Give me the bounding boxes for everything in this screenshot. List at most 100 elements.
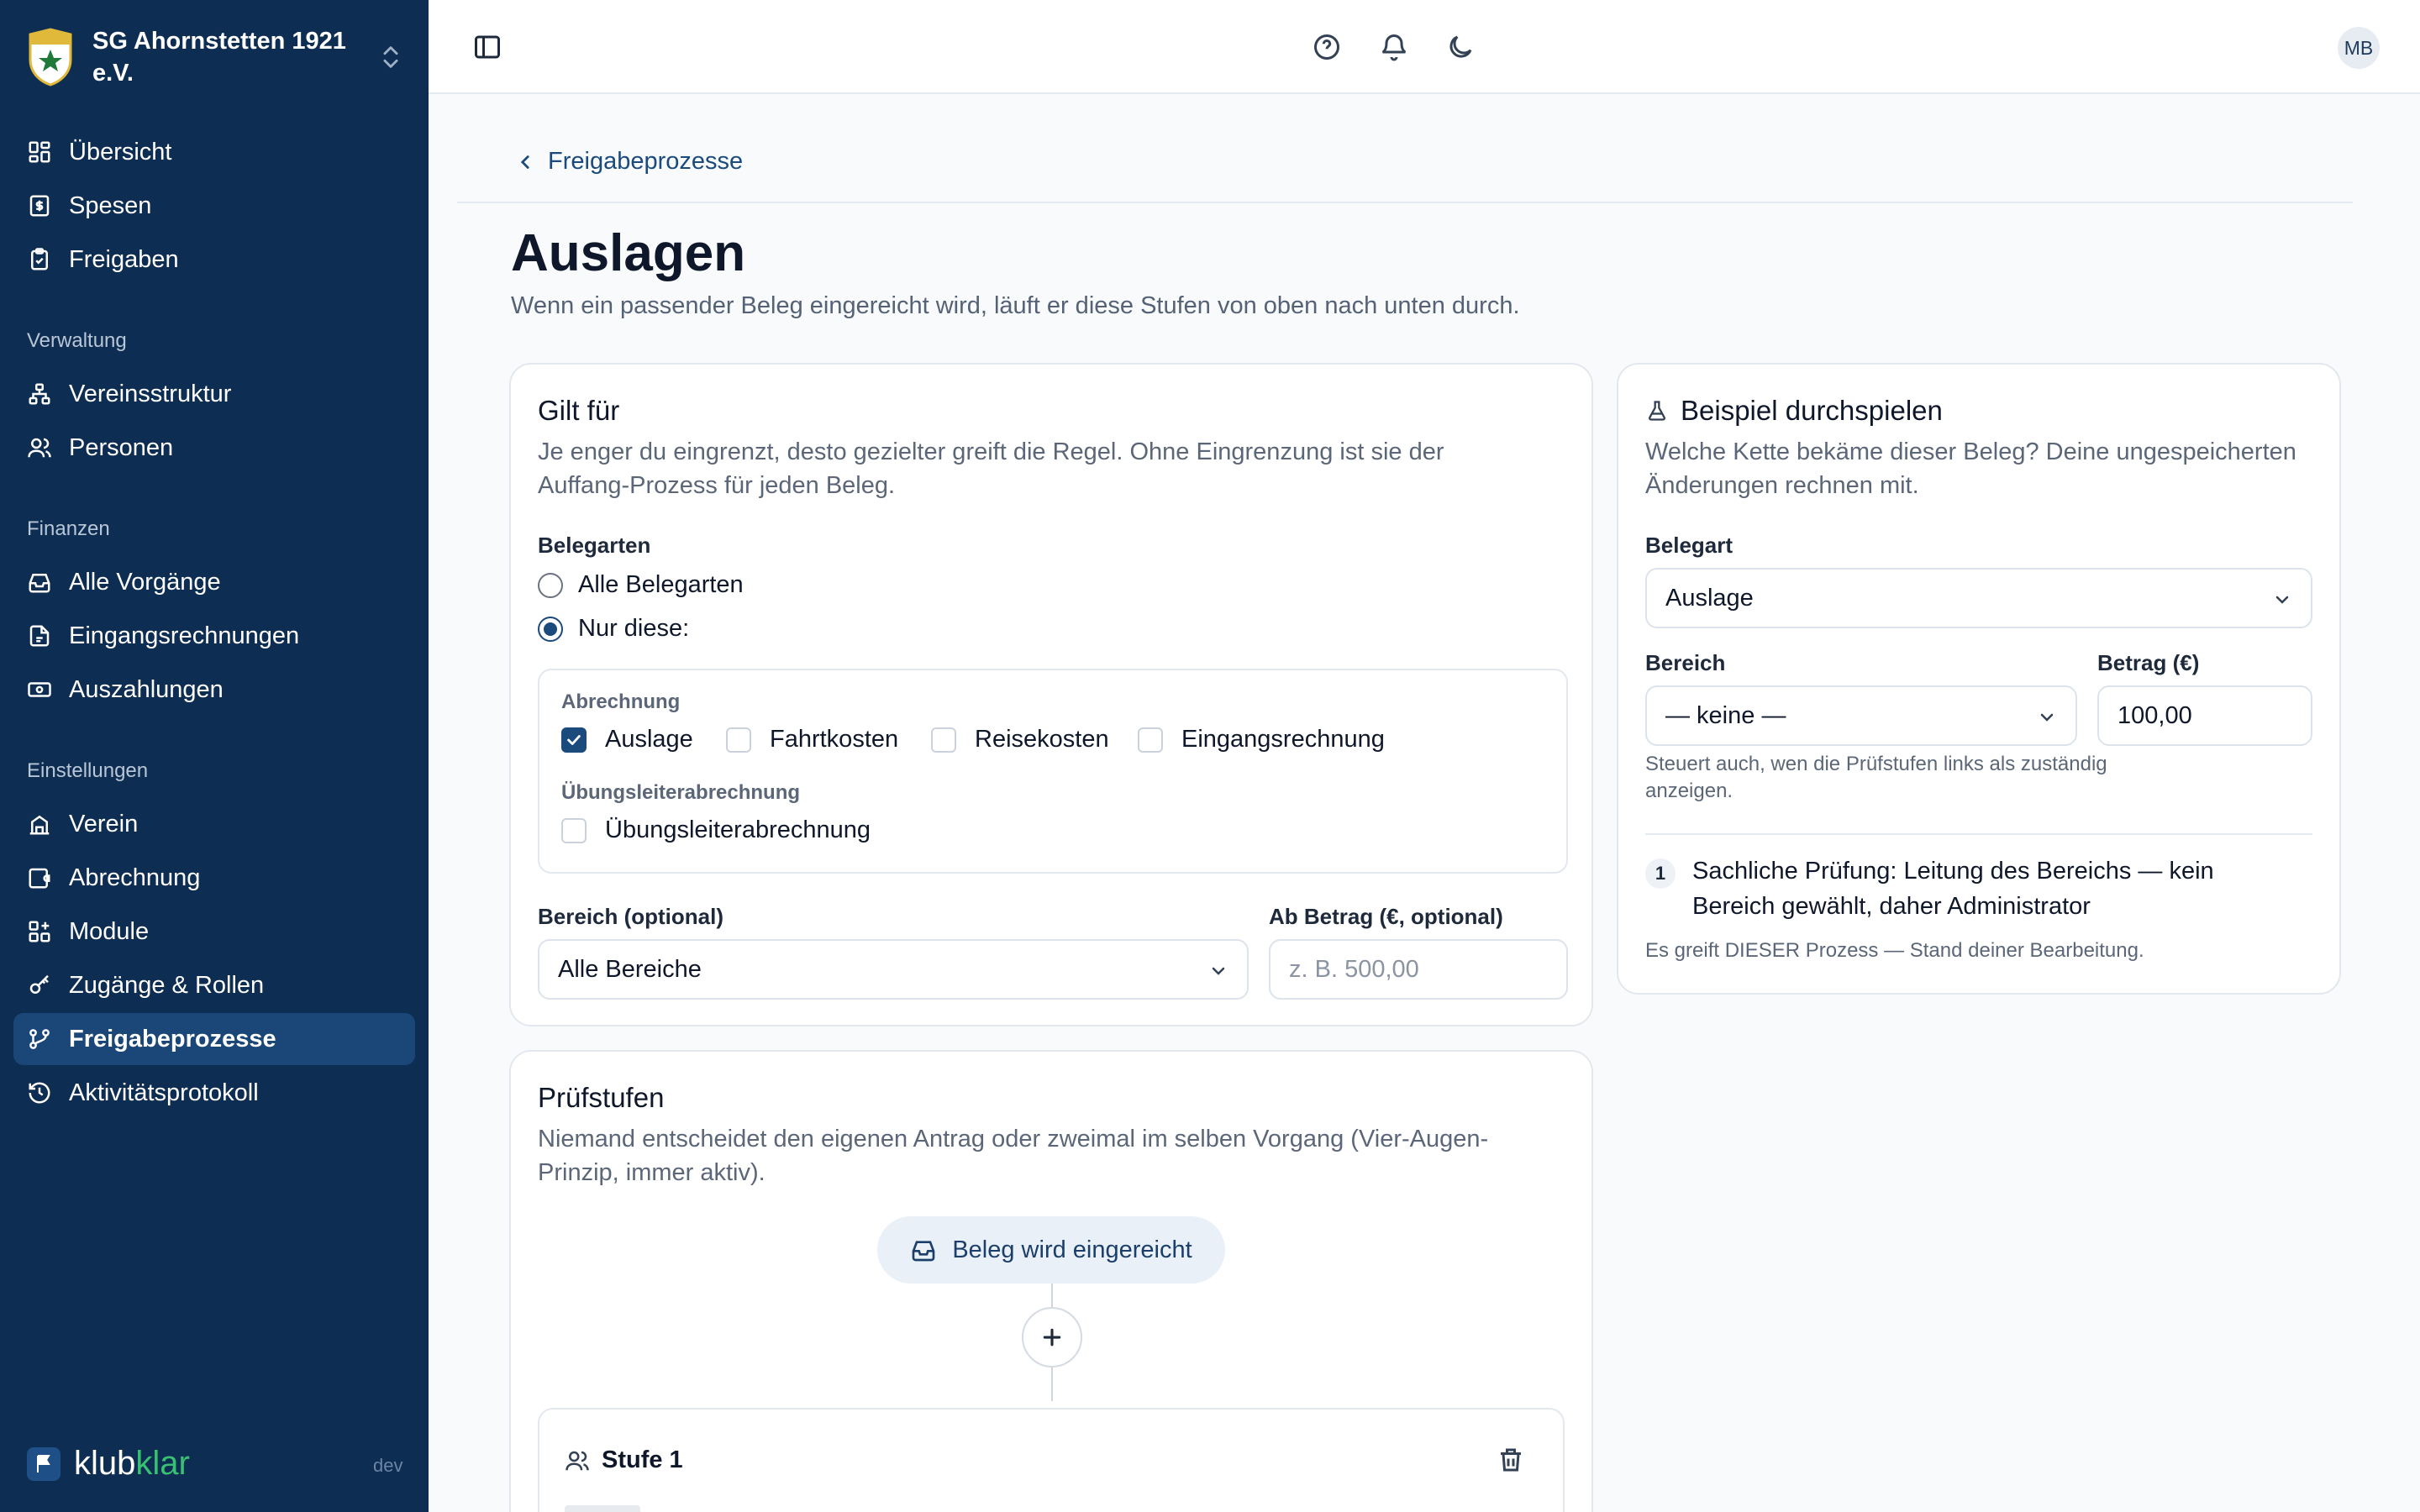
radio-indicator xyxy=(538,572,563,598)
checkbox-label: Fahrtkosten xyxy=(770,726,899,753)
help-button[interactable] xyxy=(1307,27,1347,67)
help-icon xyxy=(1314,34,1339,60)
nav-label: Freigaben xyxy=(69,245,179,273)
simulate-description-line1: Welche Kette bekäme dieser Beleg? Deine … xyxy=(1645,438,2296,465)
radio-label: Alle Belegarten xyxy=(578,571,744,598)
workflow-icon xyxy=(29,1029,50,1049)
checkbox-unchecked xyxy=(561,817,587,843)
nav-item-eingangsrechnungen[interactable]: Eingangsrechnungen xyxy=(13,610,415,662)
stage-title-label: Stufe 1 xyxy=(602,1446,683,1473)
nav-item-zugaenge-rollen[interactable]: Zugänge & Rollen xyxy=(13,959,415,1011)
check-icon xyxy=(567,734,581,745)
nav-label: Auszahlungen xyxy=(69,675,224,703)
group-label-uebungsleiter: Übungsleiterabrechnung xyxy=(561,781,801,804)
nav-item-uebersicht[interactable]: Übersicht xyxy=(13,126,415,178)
sim-betrag-input[interactable]: 100,00 xyxy=(2097,685,2312,746)
simulate-title: Beispiel durchspielen xyxy=(1645,395,1943,427)
belegart-label: Belegart xyxy=(1645,533,1733,558)
chevron-left-icon xyxy=(520,155,529,169)
nav-label: Spesen xyxy=(69,192,152,219)
scope-description-line2: Auffang-Prozess für jeden Beleg. xyxy=(538,472,896,499)
key-icon xyxy=(29,974,49,994)
stages-title: Prüfstufen xyxy=(538,1082,665,1113)
club-switcher[interactable]: SG Ahornstetten 1921 e.V. xyxy=(27,24,405,91)
nav-item-freigaben[interactable]: Freigaben xyxy=(13,234,415,286)
page-subtitle: Wenn ein passender Beleg eingereicht wir… xyxy=(511,292,1520,319)
user-avatar[interactable]: MB xyxy=(2338,27,2380,69)
sim-bereich-label: Bereich xyxy=(1645,650,1726,675)
flow-connector xyxy=(1051,1284,1053,1307)
nav-item-alle-vorgaenge[interactable]: Alle Vorgänge xyxy=(13,556,415,608)
nav-label: Vereinsstruktur xyxy=(69,380,232,407)
bereich-label: Bereich (optional) xyxy=(538,904,724,929)
environment-label: dev xyxy=(373,1455,403,1476)
chevron-down-icon xyxy=(2040,713,2054,722)
building-icon xyxy=(29,815,50,835)
checkbox-eingangsrechnung[interactable]: Eingangsrechnung xyxy=(1138,726,1385,753)
simulate-description: Welche Kette bekäme dieser Beleg? Deine … xyxy=(1645,435,2296,502)
radio-indicator-selected xyxy=(538,616,563,642)
notifications-button[interactable] xyxy=(1374,27,1414,67)
checkbox-checked xyxy=(561,727,587,753)
checkbox-reisekosten[interactable]: Reisekosten xyxy=(931,726,1109,753)
nav-item-spesen[interactable]: Spesen xyxy=(13,180,415,232)
nav-item-personen[interactable]: Personen xyxy=(13,422,415,474)
dashboard-icon xyxy=(29,141,50,163)
checkbox-label: Auslage xyxy=(605,726,693,753)
nav-item-aktivitaetsprotokoll[interactable]: Aktivitätsprotokoll xyxy=(13,1067,415,1119)
simulate-description-line2: Änderungen rechnen mit. xyxy=(1645,472,1919,499)
checkbox-auslage[interactable]: Auslage xyxy=(561,726,693,753)
back-link[interactable]: Freigabeprozesse xyxy=(514,148,743,176)
sidebar-toggle-icon xyxy=(475,35,500,59)
trash-icon[interactable] xyxy=(1496,1445,1526,1475)
nav-section-finanzen: Finanzen xyxy=(27,517,110,540)
brand-logo: klub klar xyxy=(27,1445,190,1483)
chevron-down-icon xyxy=(2275,596,2289,604)
result-step-text: Sachliche Prüfung: Leitung des Bereichs … xyxy=(1692,858,2214,920)
nav-section-einstellungen: Einstellungen xyxy=(27,759,149,782)
header-divider xyxy=(457,202,2353,203)
radio-nur-diese[interactable]: Nur diese: xyxy=(538,615,689,643)
bereich-select-value: Alle Bereiche xyxy=(558,955,702,983)
start-pill: Beleg wird eingereicht xyxy=(877,1216,1225,1284)
sim-bereich-select[interactable]: — keine — xyxy=(1645,685,2077,746)
club-name: SG Ahornstetten 1921 e.V. xyxy=(92,28,346,87)
nav-label: Aktivitätsprotokoll xyxy=(69,1079,259,1106)
checkbox-label: Reisekosten xyxy=(975,726,1109,753)
stage-field-label-cutoff xyxy=(565,1505,640,1512)
scope-title: Gilt für xyxy=(538,395,620,426)
network-icon xyxy=(29,383,50,405)
nav-label: Übersicht xyxy=(69,138,172,165)
checkbox-uebungsleiterabrechnung[interactable]: Übungsleiterabrechnung xyxy=(561,816,871,844)
add-stage-button[interactable] xyxy=(1022,1307,1082,1368)
simulate-divider xyxy=(1645,833,2312,835)
radio-all-belegarten[interactable]: Alle Belegarten xyxy=(538,571,744,599)
nav-item-freigabeprozesse[interactable]: Freigabeprozesse xyxy=(13,1013,415,1065)
nav-item-abrechnung[interactable]: Abrechnung xyxy=(13,852,415,904)
betrag-label: Ab Betrag (€, optional) xyxy=(1269,904,1503,929)
modules-icon xyxy=(29,921,50,942)
checkbox-label: Eingangsrechnung xyxy=(1181,726,1385,753)
bereich-select[interactable]: Alle Bereiche xyxy=(538,939,1249,1000)
nav-item-module[interactable]: Module xyxy=(13,906,415,958)
flag-icon xyxy=(27,1446,60,1481)
nav-item-auszahlungen[interactable]: Auszahlungen xyxy=(13,664,415,716)
belegart-select[interactable]: Auslage xyxy=(1645,568,2312,628)
scope-description-line1: Je enger du eingrenzt, desto gezielter g… xyxy=(538,438,1444,465)
group-label-abrechnung: Abrechnung xyxy=(561,690,681,713)
stage-card: Stufe 1 xyxy=(538,1408,1565,1512)
checkbox-fahrtkosten[interactable]: Fahrtkosten xyxy=(726,726,898,753)
checkbox-unchecked xyxy=(726,727,751,753)
start-pill-label: Beleg wird eingereicht xyxy=(952,1236,1192,1263)
nav-label: Personen xyxy=(69,433,174,461)
stage-title: Stufe 1 xyxy=(565,1446,683,1474)
inbox-icon xyxy=(29,574,50,593)
nav-item-vereinsstruktur[interactable]: Vereinsstruktur xyxy=(13,368,415,420)
theme-toggle-button[interactable] xyxy=(1440,27,1481,67)
sim-bereich-select-value: — keine — xyxy=(1665,701,1786,729)
betrag-input[interactable]: z. B. 500,00 xyxy=(1269,939,1568,1000)
nav-item-verein[interactable]: Verein xyxy=(13,798,415,850)
sidebar-toggle-button[interactable] xyxy=(467,27,508,67)
checkbox-unchecked xyxy=(931,727,956,753)
nav-section-verwaltung: Verwaltung xyxy=(27,329,127,352)
